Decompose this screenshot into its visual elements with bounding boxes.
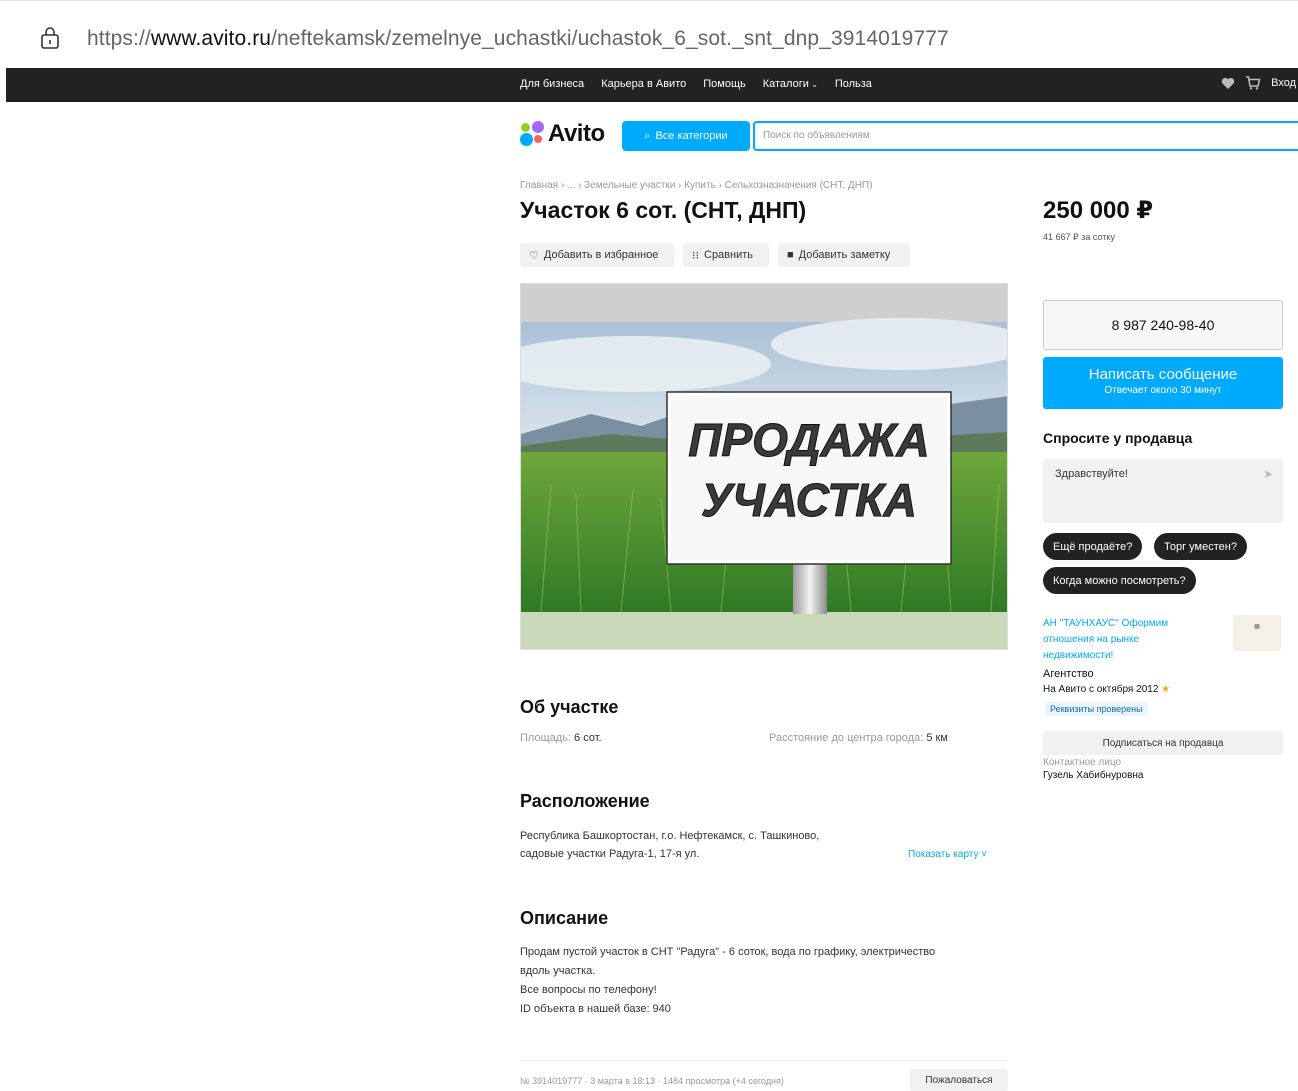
url-text[interactable]: https://www.avito.ru/neftekamsk/zemelnye… [87,27,949,51]
write-message-button[interactable]: Написать сообщение Отвечает около 30 мин… [1043,357,1283,409]
login-link[interactable]: Вход [1271,77,1296,89]
distance-field: Расстояние до центра города: 5 км [769,732,948,744]
show-map-link[interactable]: Показать карту ˅ [908,849,987,860]
listing-meta: № 3914019777 · 3 марта в 18:13 · 1484 пр… [520,1076,784,1086]
send-icon[interactable]: ➤ [1263,467,1273,481]
heart-icon[interactable] [1221,77,1235,90]
about-heading: Об участке [520,697,619,717]
quick-question-chip[interactable]: Когда можно посмотреть? [1043,567,1196,594]
subscribe-seller-button[interactable]: Подписаться на продавца [1043,731,1283,755]
area-field: Площадь: 6 сот. [520,732,602,744]
description-heading: Описание [520,908,609,928]
seller-since: На Авито с октября 2012 ★ [1043,684,1171,695]
divider [520,1060,1008,1061]
medal-icon: ★ [1161,684,1171,695]
photo-sign-line2: УЧАСТКА [701,474,917,526]
quick-question-chip[interactable]: Торг уместен? [1154,533,1247,560]
nav-link-business[interactable]: Для бизнеса [520,78,584,90]
price: 250 000 ₽ [1043,197,1154,224]
seller-name-link[interactable]: АН "ТАУНХАУС" Оформим отношения на рынке… [1043,616,1193,664]
ask-seller-heading: Спросите у продавца [1043,430,1193,446]
compare-icon: ⁝⁝ [692,249,699,262]
nav-link-help[interactable]: Помощь [703,78,746,90]
top-navigation: Для бизнеса Карьера в Авито Помощь Катал… [6,68,1298,102]
search-input[interactable]: Поиск по объявлениям [753,121,1298,151]
ask-seller-input[interactable]: Здравствуйте! ➤ [1043,459,1283,523]
listing-actions: ♡ Добавить в избранное ⁝⁝ Сравнить ■ Доб… [520,243,910,267]
nav-link-career[interactable]: Карьера в Авито [601,78,686,90]
cart-icon[interactable] [1245,76,1261,90]
description-text: Продам пустой участок в СНТ "Радуга" - 6… [520,946,936,1015]
location-address: Республика Башкортостан, г.о. Нефтекамск… [520,830,820,860]
contact-name: Гузель Хабибнуровна [1043,770,1144,781]
compare-button[interactable]: ⁝⁝ Сравнить [683,243,769,267]
seller-type: Агентство [1043,668,1094,680]
show-phone-button[interactable]: 8 987 240-98-40 [1043,300,1283,350]
contact-label: Контактное лицо [1043,757,1122,768]
avito-logo-text: Avito [548,120,605,147]
avito-logo[interactable]: Avito [520,120,605,148]
avito-logo-dots-icon [520,121,546,147]
categories-icon: ⌕ [644,129,651,142]
price-per-unit: 41 667 ₽ за сотку [1043,232,1115,242]
add-to-favorites-button[interactable]: ♡ Добавить в избранное [520,243,674,267]
listing-photo[interactable]: ПРОДАЖА УЧАСТКА [520,283,1008,650]
chevron-down-icon: ⌄ [808,80,818,89]
browser-address-bar[interactable]: https://www.avito.ru/neftekamsk/zemelnye… [0,0,1298,68]
heart-outline-icon: ♡ [529,249,539,262]
lock-icon [41,27,59,49]
land-for-sale-image: ПРОДАЖА УЧАСТКА [521,284,1007,649]
nav-link-catalogs[interactable]: Каталоги ⌄ [763,78,818,90]
seller-logo[interactable]: ▦ [1233,615,1281,651]
note-icon: ■ [787,249,794,261]
chevron-down-icon: ˅ [978,849,988,860]
listing-title: Участок 6 сот. (СНТ, ДНП) [520,197,807,223]
add-note-button[interactable]: ■ Добавить заметку [778,243,910,267]
quick-question-chip[interactable]: Ещё продаёте? [1043,533,1143,560]
breadcrumb[interactable]: Главная › ... › Земельные участки › Купи… [520,180,872,191]
verified-badge: Реквизиты проверены [1045,702,1148,716]
location-heading: Расположение [520,791,650,811]
photo-sign-line1: ПРОДАЖА [688,414,929,466]
all-categories-button[interactable]: ⌕ Все категории [622,121,750,151]
nav-link-benefit[interactable]: Польза [835,78,872,90]
